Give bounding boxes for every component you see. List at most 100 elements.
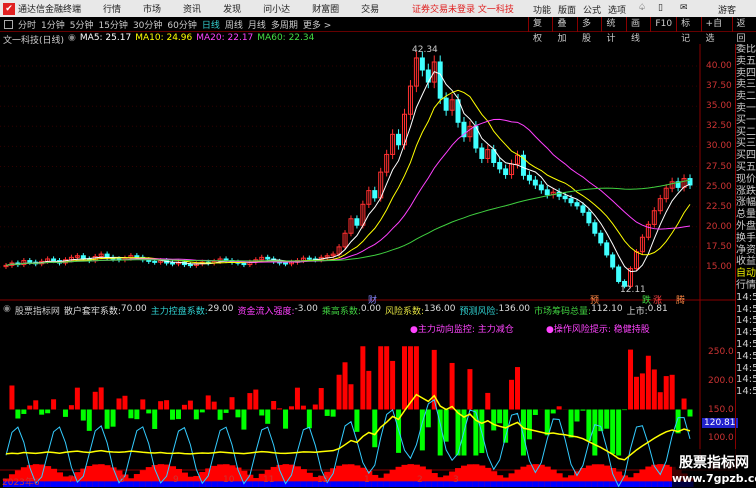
indicator-bar — [301, 406, 306, 410]
base-bar — [639, 481, 646, 487]
quote-field-label[interactable]: 14:5 — [736, 327, 756, 339]
quote-field-label: 现价 — [736, 174, 756, 186]
indicator-bar — [69, 405, 74, 409]
base-bar — [396, 481, 403, 487]
candle-body — [373, 191, 377, 198]
ma10-line — [6, 90, 690, 265]
indicator-bar — [63, 410, 68, 417]
quote-field-label[interactable]: 14:5 — [736, 292, 756, 304]
base-bar — [580, 481, 587, 487]
indicator-key: 预测风险: — [459, 304, 498, 317]
candle-body — [581, 206, 585, 212]
indicator-bar — [158, 401, 163, 409]
indicator-bar — [241, 410, 246, 430]
quote-field-label[interactable]: 14:5 — [736, 304, 756, 316]
indicator-bar — [610, 410, 615, 454]
price-tick: 20.00 — [706, 222, 732, 232]
indicator-bar — [111, 410, 116, 427]
indicator-tick: 250.0 — [708, 347, 734, 357]
indicator-bar — [574, 410, 579, 422]
candle-body — [545, 190, 549, 195]
base-bar — [277, 481, 284, 487]
indicator-bar — [521, 410, 526, 456]
quote-field-label[interactable]: 14:5 — [736, 374, 756, 386]
event-up[interactable]: 涨 — [653, 293, 662, 306]
base-bar — [193, 481, 200, 487]
quote-field-label: 卖二 — [736, 91, 756, 103]
indicator-bar — [277, 408, 282, 409]
indicator-value: 136.00 — [424, 304, 456, 317]
indicator-bar — [45, 410, 50, 414]
base-bar — [544, 481, 551, 487]
base-bar — [532, 481, 539, 487]
base-bar — [461, 481, 468, 487]
indicator-bar — [206, 395, 211, 409]
base-bar — [330, 481, 337, 487]
event-finance[interactable]: 财 — [368, 293, 377, 306]
back-button[interactable]: 返回 — [732, 17, 756, 32]
settings-icon[interactable]: ◉ — [3, 304, 11, 317]
price-tick: 32.50 — [706, 121, 732, 131]
event-down[interactable]: 跌 — [642, 293, 651, 306]
candle-body — [605, 243, 609, 255]
candle-body — [171, 263, 175, 264]
indicator-bar — [604, 410, 609, 429]
quote-field-label[interactable]: 14:5 — [736, 315, 756, 327]
event-forecast[interactable]: 预 — [590, 293, 599, 306]
quote-field-label[interactable]: 14:5 — [736, 351, 756, 363]
indicator-bar — [580, 410, 585, 411]
kline-chart[interactable] — [0, 0, 735, 487]
quote-field-label[interactable]: 14:5 — [736, 339, 756, 351]
indicator-bar — [146, 410, 151, 414]
base-bar — [437, 481, 444, 487]
indicator-bar — [527, 410, 532, 440]
watermark: 股票指标网 www.7gpzb.com — [672, 449, 756, 487]
event-teng[interactable]: 腾 — [676, 293, 685, 306]
candle-body — [527, 175, 531, 180]
price-tick: 35.00 — [706, 101, 732, 111]
indicator-bar — [628, 350, 633, 410]
indicator-bar — [551, 410, 556, 414]
indicator-bar — [39, 410, 44, 415]
quote-field-label[interactable]: 自动 — [736, 268, 756, 280]
candle-body — [355, 219, 359, 225]
quote-field-label[interactable]: 行情 — [736, 280, 756, 292]
indicator-bar — [325, 410, 330, 416]
base-bar — [663, 481, 670, 487]
indicator-bar — [87, 410, 92, 431]
indicator-key: 风险系数: — [385, 304, 424, 317]
ma5-line — [6, 72, 690, 272]
base-bar — [515, 481, 522, 487]
indicator-bar — [105, 410, 110, 429]
quote-field-label: 涨幅 — [736, 197, 756, 209]
base-bar — [211, 481, 218, 487]
indicator-bar — [33, 400, 38, 409]
base-bar — [45, 481, 52, 487]
base-bar — [152, 481, 159, 487]
base-bar — [592, 481, 599, 487]
base-bar — [92, 481, 99, 487]
quote-field-label[interactable]: 14:5 — [736, 363, 756, 375]
quote-field-label: 买五 — [736, 162, 756, 174]
indicator-value: -3.00 — [295, 304, 318, 317]
base-bar — [146, 481, 153, 487]
indicator-bar — [93, 392, 98, 410]
indicator-bar — [366, 371, 371, 410]
quote-field-label: 卖一 — [736, 103, 756, 115]
base-bar — [610, 481, 617, 487]
indicator-bar — [259, 410, 264, 416]
indicator-header: ◉ 股票指标网 散户套牢系数:70.00主力控盘系数:29.00资金流入强度:-… — [3, 304, 668, 317]
quote-field-label: 卖五 — [736, 56, 756, 68]
indicator-bar — [652, 369, 657, 409]
base-bar — [520, 481, 527, 487]
quote-field-label: 换手 — [736, 233, 756, 245]
candle-body — [504, 169, 508, 175]
base-bar — [247, 481, 254, 487]
quote-field-label[interactable]: 14:5 — [736, 386, 756, 398]
base-bar — [110, 481, 117, 487]
base-bar — [134, 481, 141, 487]
indicator-bar — [485, 393, 490, 410]
candle-body — [153, 261, 157, 262]
price-tick: 25.00 — [706, 182, 732, 192]
indicator-site: 股票指标网 — [15, 304, 60, 317]
